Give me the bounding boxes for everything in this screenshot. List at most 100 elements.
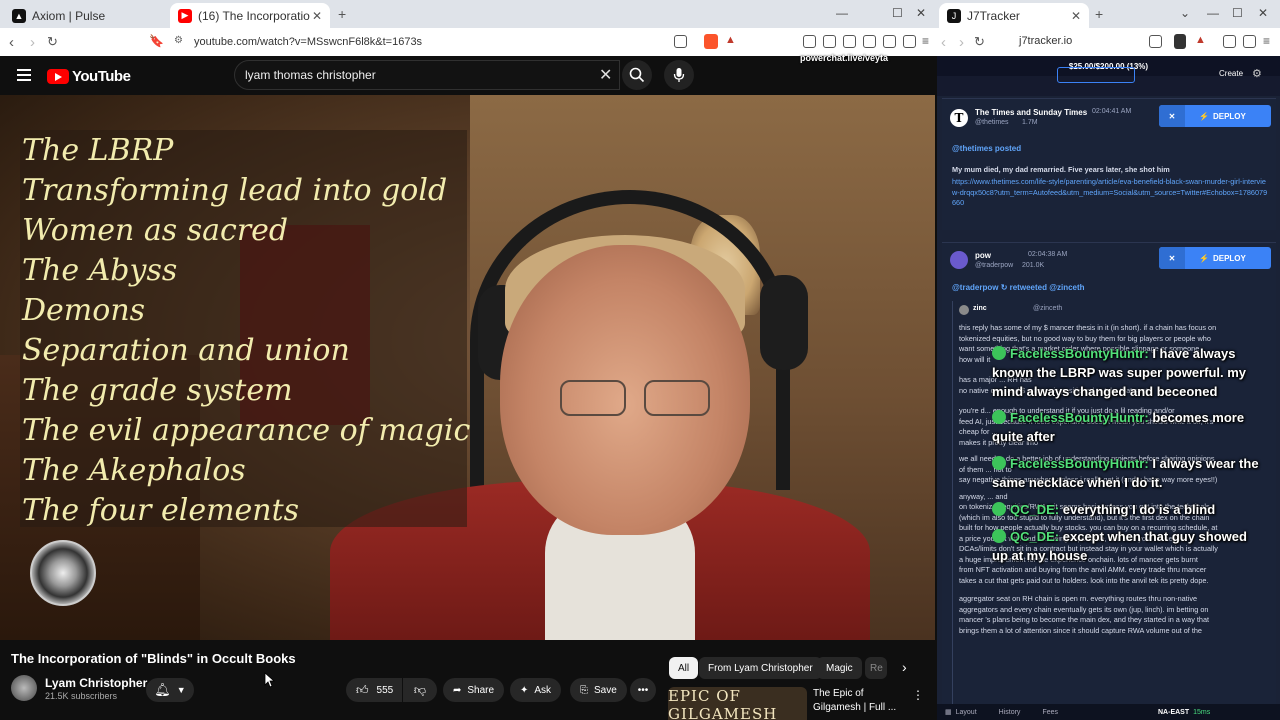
reload-icon[interactable]: ↻ (47, 34, 58, 50)
account-handle: @traderpow (975, 262, 1014, 269)
sidebar-icon[interactable] (1243, 35, 1256, 48)
leo-icon[interactable] (883, 35, 896, 48)
maximize-icon[interactable]: ☐ (892, 6, 903, 20)
forward-icon[interactable]: › (30, 34, 35, 51)
history-button[interactable]: History (999, 709, 1021, 716)
shield-icon[interactable] (1174, 34, 1186, 49)
tweet-card[interactable]: T The Times and Sunday Times 02:04:41 AM… (942, 98, 1276, 230)
extension-puzzle-icon[interactable] (803, 35, 816, 48)
tab-j7tracker[interactable]: J J7Tracker ✕ (939, 3, 1089, 28)
close-window-icon[interactable]: ✕ (916, 6, 926, 20)
media-icon[interactable] (823, 35, 836, 48)
guide-menu-icon[interactable] (17, 69, 31, 81)
video-player[interactable]: The LBRP Transforming lead into gold Wom… (0, 95, 935, 640)
pow-avatar (950, 251, 968, 269)
topic-line: Demons (22, 293, 146, 328)
bookmark-icon[interactable]: 🔖 (149, 34, 164, 48)
minimize-icon[interactable]: — (1207, 6, 1219, 20)
tweet-action[interactable]: @thetimes posted (952, 144, 1021, 153)
close-tab-icon[interactable]: ✕ (312, 9, 322, 23)
more-actions-button[interactable]: ••• (630, 678, 656, 702)
rewards-icon[interactable]: ▲ (1195, 34, 1206, 46)
mouse-cursor-icon (264, 672, 276, 688)
back-icon[interactable]: ‹ (941, 34, 946, 51)
tweet-action[interactable]: @traderpow ↻ retweeted @zinceth (952, 283, 1085, 292)
voice-search-button[interactable] (664, 60, 694, 90)
vpn-icon[interactable] (903, 35, 916, 48)
related-title[interactable]: The Epic of Gilgamesh | Full ... (813, 687, 903, 715)
fees-button[interactable]: Fees (1042, 709, 1058, 716)
close-tab-icon[interactable]: ✕ (1071, 9, 1081, 23)
wallet-icon[interactable] (863, 35, 876, 48)
chip-partial[interactable]: Re (865, 657, 887, 679)
deploy-button[interactable]: ✕ ⚡ DEPLOY (1159, 105, 1271, 127)
site-info-icon[interactable]: ⚙ (174, 35, 183, 46)
ask-button[interactable]: ✦ Ask (510, 678, 562, 702)
like-button[interactable]: 👍︎ 555 (346, 678, 402, 702)
tweet-link[interactable]: https://www.thetimes.com/life-style/pare… (952, 177, 1268, 209)
like-count: 555 (376, 684, 394, 696)
channel-name[interactable]: Lyam Christopher (45, 676, 147, 690)
chat-message: FacelessBountyHuntr: I have always known… (992, 346, 1247, 399)
channel-avatar[interactable] (11, 675, 37, 701)
menu-icon[interactable]: ≡ (1263, 34, 1270, 48)
dislike-button[interactable]: 👎︎ (403, 678, 437, 702)
tweet-text: My mum died, my dad remarried. Five year… (952, 165, 1170, 174)
brave-shield-icon[interactable] (704, 34, 718, 49)
clear-search-icon[interactable]: ✕ (599, 65, 612, 85)
forward-icon[interactable]: › (959, 34, 964, 51)
search-button[interactable] (622, 60, 652, 90)
region-label[interactable]: NA-EAST (1158, 709, 1189, 716)
back-icon[interactable]: ‹ (9, 34, 14, 51)
chevron-right-icon[interactable]: › (902, 659, 907, 675)
chat-user: FacelessBountyHuntr: (1010, 346, 1149, 361)
filter-tab[interactable] (1057, 67, 1135, 83)
account-name[interactable]: pow (975, 251, 991, 260)
youtube-logo[interactable]: YouTube (47, 68, 131, 85)
bookmark-save-icon: ⎘ (580, 684, 588, 696)
related-more-icon[interactable]: ⋮ (912, 688, 924, 702)
cast-icon[interactable] (674, 35, 687, 48)
close-window-icon[interactable]: ✕ (1258, 6, 1268, 20)
share-button[interactable]: ➦ Share (443, 678, 505, 702)
chip-magic[interactable]: Magic (817, 657, 862, 679)
key-icon[interactable] (1149, 35, 1162, 48)
save-button[interactable]: ⎘ Save (570, 678, 627, 702)
chevron-down-icon[interactable]: ⌄ (1180, 6, 1190, 20)
youtube-wordmark: YouTube (72, 68, 131, 85)
layout-icon: ▦ (945, 709, 952, 716)
topic-line: The Abyss (22, 253, 178, 288)
reload-icon[interactable]: ↻ (974, 34, 985, 50)
layout-button[interactable]: Layout (956, 709, 977, 716)
minimize-icon[interactable]: — (836, 6, 848, 20)
tab-youtube[interactable]: ▶ (16) The Incorporation of "Bli ✕ (170, 3, 330, 28)
maximize-icon[interactable]: ☐ (1232, 6, 1243, 20)
new-tab-icon[interactable]: + (1095, 6, 1103, 22)
topic-line: The Akephalos (22, 453, 246, 488)
right-url-text[interactable]: j7tracker.io (1019, 35, 1072, 47)
new-tab-icon[interactable]: + (338, 6, 346, 22)
deploy-button[interactable]: ✕ ⚡ DEPLOY (1159, 247, 1271, 269)
youtube-header: YouTube lyam thomas christopher ✕ (0, 56, 937, 95)
rewards-icon[interactable]: ▲ (725, 34, 736, 46)
twitter-x-icon: ✕ (1159, 105, 1185, 127)
chat-badge-icon (992, 410, 1006, 424)
account-name[interactable]: The Times and Sunday Times (975, 108, 1087, 117)
subscribed-bell-button[interactable]: 🔔︎ ▼ (146, 678, 194, 702)
related-thumbnail[interactable]: EPIC OF GILGAMESH (668, 687, 807, 720)
channel-watermark[interactable] (30, 540, 96, 606)
settings-gear-icon[interactable]: ⚙ (1252, 67, 1262, 80)
extension-icon[interactable] (1223, 35, 1236, 48)
chat-badge-icon (992, 456, 1006, 470)
menu-icon[interactable]: ≡ (922, 34, 929, 48)
chip-all[interactable]: All (669, 657, 699, 679)
tab-axiom[interactable]: ▲ Axiom | Pulse (4, 3, 172, 28)
create-button[interactable]: Create (1219, 69, 1243, 78)
search-input[interactable]: lyam thomas christopher (234, 60, 620, 90)
url-field[interactable]: ⚙ youtube.com/watch?v=MSswcnF6l8k&t=1673… (168, 30, 693, 54)
chat-badge-icon (992, 529, 1006, 543)
sidebar-icon[interactable] (843, 35, 856, 48)
chip-from-channel[interactable]: From Lyam Christopher (699, 657, 822, 679)
latency-label: 15ms (1193, 708, 1211, 716)
follower-count: 201.0K (1022, 262, 1045, 269)
